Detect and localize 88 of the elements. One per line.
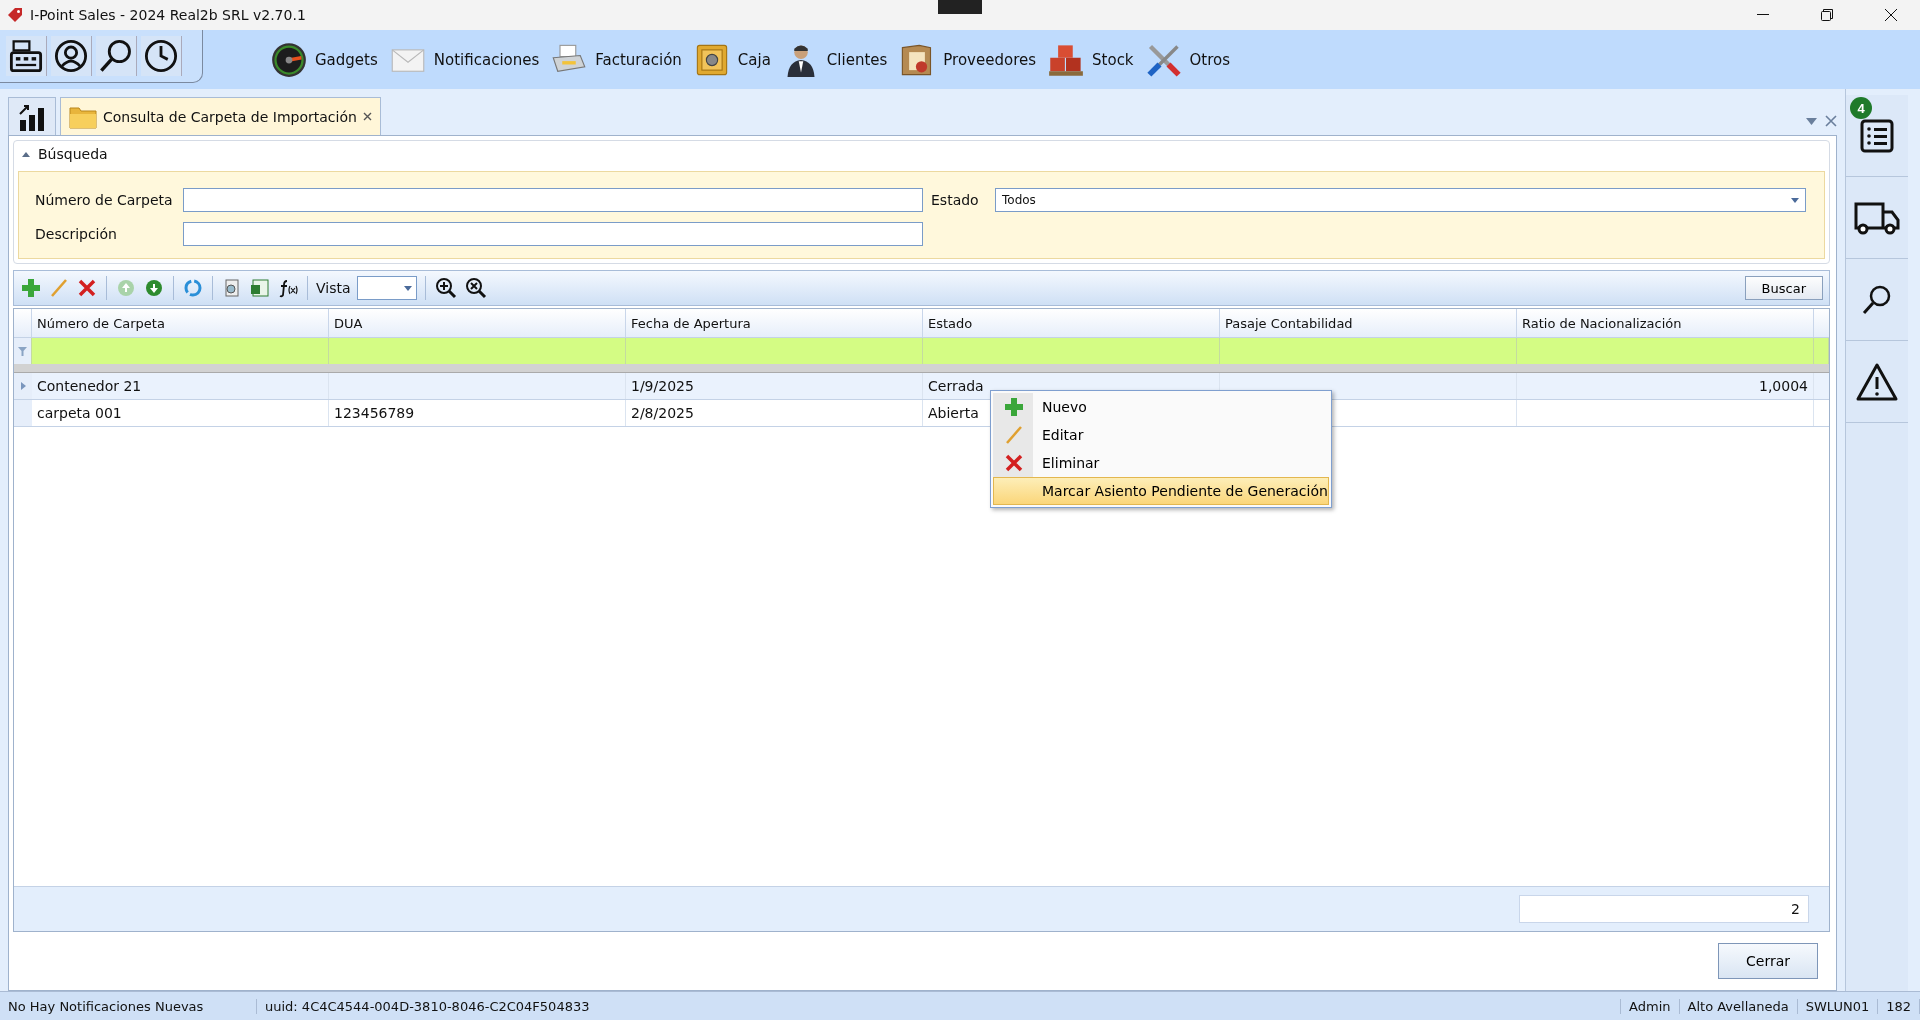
- field-label: Descripción: [35, 226, 118, 242]
- status-text: Alto Avellaneda: [1679, 998, 1798, 1014]
- zoom-reset-button[interactable]: [463, 276, 488, 300]
- ribbon-button[interactable]: Clientes: [778, 39, 892, 80]
- column-header[interactable]: DUA: [329, 309, 626, 337]
- sidebar-button[interactable]: 4: [1846, 95, 1908, 177]
- tab[interactable]: Consulta de Carpeta de Importación: [60, 97, 381, 135]
- tag-icon: [6, 6, 24, 24]
- delete-icon: [1004, 453, 1024, 473]
- gauge-icon[interactable]: [271, 41, 307, 78]
- column-header[interactable]: Fecha de Apertura: [626, 309, 923, 337]
- table-cell: 1,0004: [1517, 373, 1814, 399]
- table-cell: 1/9/2025: [626, 373, 923, 399]
- status-text: SWLUN01: [1797, 998, 1879, 1014]
- close-window-button[interactable]: Cerrar: [1718, 943, 1818, 979]
- vista-label: Vista: [316, 280, 351, 296]
- status-text: No Hay Notificaciones Nuevas: [0, 998, 257, 1014]
- caret-icon: [403, 285, 412, 291]
- ribbon-button[interactable]: Caja: [689, 39, 775, 80]
- ribbon-button[interactable]: Proveedores: [895, 39, 1041, 80]
- formula-button[interactable]: [277, 277, 299, 299]
- filter-icon: [18, 346, 27, 356]
- ribbon-button[interactable]: Facturación: [547, 39, 686, 80]
- menu-item[interactable]: Eliminar: [993, 449, 1329, 477]
- input-field[interactable]: [183, 222, 923, 246]
- refresh-icon: [183, 278, 203, 298]
- add-button[interactable]: [20, 277, 42, 299]
- column-header[interactable]: Ratio de Nacionalización: [1517, 309, 1814, 337]
- close-icon: [1885, 9, 1897, 21]
- pencil-icon: [1004, 425, 1024, 445]
- collapse-icon[interactable]: [22, 151, 30, 157]
- column-header[interactable]: Estado: [923, 309, 1220, 337]
- pencil-icon: [49, 278, 69, 298]
- search-button[interactable]: Buscar: [1744, 276, 1823, 300]
- row-header[interactable]: [14, 373, 32, 399]
- refresh-button[interactable]: [182, 277, 204, 299]
- delete-button[interactable]: [76, 277, 98, 299]
- folder-icon: [69, 104, 97, 129]
- section-title: Búsqueda: [38, 146, 108, 162]
- row-count: 2: [1519, 895, 1809, 923]
- status-text: uuid: 4C4C4544-004D-3810-8046-C2C04F504833: [257, 998, 1622, 1014]
- spreadsheet-icon: [250, 278, 270, 298]
- table-cell: 123456789: [329, 400, 626, 426]
- field-label: Estado: [931, 192, 980, 208]
- close-icon[interactable]: [1825, 115, 1837, 127]
- table-cell: Contenedor 21: [32, 373, 329, 399]
- row-indicator-icon: [20, 382, 26, 390]
- list-icon[interactable]: [1859, 117, 1895, 154]
- ribbon-button[interactable]: Stock: [1044, 39, 1138, 80]
- menu-item[interactable]: Marcar Asiento Pendiente de Generación: [993, 477, 1329, 505]
- plus-icon: [1004, 397, 1024, 417]
- dropdown-arrow-icon[interactable]: [1806, 117, 1817, 125]
- table-row[interactable]: Contenedor 21 1/9/2025 Cerrada 1,0004: [14, 373, 1829, 400]
- ribbon-button[interactable]: Gadgets: [267, 39, 382, 80]
- estado-dropdown[interactable]: Todos: [995, 188, 1806, 212]
- minimize-icon: [1757, 14, 1769, 16]
- sidebar-button[interactable]: [1846, 341, 1908, 423]
- document-icon: [222, 278, 242, 298]
- table-cell: 2/8/2025: [626, 400, 923, 426]
- function-icon: [278, 278, 298, 298]
- search-icon[interactable]: [1861, 283, 1893, 316]
- close-tab-icon[interactable]: [362, 112, 372, 121]
- count-badge: 4: [1850, 97, 1872, 119]
- move-down-button[interactable]: [143, 277, 165, 299]
- column-header[interactable]: Número de Carpeta: [32, 309, 329, 337]
- plus-icon: [21, 278, 41, 298]
- input-field[interactable]: [183, 188, 923, 212]
- window-title: I-Point Sales - 2024 Real2b SRL v2.70.1: [30, 7, 307, 23]
- status-text: 182: [1878, 998, 1920, 1014]
- sidebar-button[interactable]: [1846, 177, 1908, 259]
- zoom-in-button[interactable]: [433, 276, 458, 300]
- column-header[interactable]: Pasaje Contabilidad: [1220, 309, 1517, 337]
- zoom-in-icon: [434, 277, 457, 299]
- ribbon-button[interactable]: Otros: [1141, 39, 1235, 80]
- status-text: Admin: [1621, 998, 1680, 1014]
- drag-handle[interactable]: [938, 0, 982, 14]
- warning-icon[interactable]: [1855, 361, 1899, 402]
- zoom-clear-icon: [464, 277, 487, 299]
- tab[interactable]: [8, 97, 56, 135]
- table-cell: carpeta 001: [32, 400, 329, 426]
- sidebar-button[interactable]: [1846, 259, 1908, 341]
- vista-dropdown[interactable]: [356, 276, 417, 300]
- field-label: Número de Carpeta: [35, 192, 174, 208]
- caret-icon: [1791, 197, 1799, 203]
- restore-icon: [1821, 9, 1833, 21]
- ribbon-button[interactable]: Notificaciones: [385, 39, 544, 80]
- delete-icon: [77, 278, 97, 298]
- excel-button[interactable]: [249, 277, 271, 299]
